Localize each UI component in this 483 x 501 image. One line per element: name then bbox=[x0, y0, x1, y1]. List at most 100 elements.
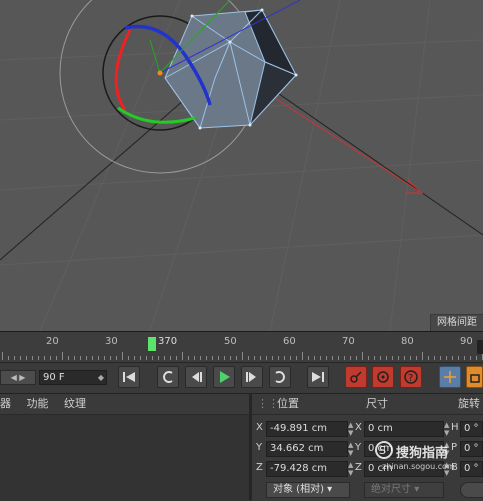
position-y-field[interactable]: 34.662 cm bbox=[266, 441, 348, 457]
next-frame-button[interactable] bbox=[241, 366, 263, 388]
axis-label: Z bbox=[256, 462, 263, 473]
timeline-tick bbox=[194, 356, 195, 360]
tick-label: 20 bbox=[46, 336, 59, 347]
playhead-frame-label: 370 bbox=[158, 336, 178, 347]
viewport-scene bbox=[0, 0, 483, 331]
pivot-point[interactable] bbox=[157, 70, 163, 76]
timeline-tick bbox=[62, 352, 63, 360]
timeline-tick bbox=[158, 356, 159, 360]
timeline-scrollbar[interactable] bbox=[477, 340, 483, 354]
timeline-tick bbox=[8, 356, 9, 360]
tick-label: 90 bbox=[460, 336, 473, 347]
next-frame-icon bbox=[246, 372, 256, 382]
rotation-h-field[interactable]: 0 ° bbox=[460, 421, 483, 437]
timeline-tick bbox=[476, 356, 477, 360]
timeline-playhead[interactable] bbox=[148, 337, 156, 351]
x-axis-arrow bbox=[269, 94, 421, 193]
svg-text:S: S bbox=[379, 444, 386, 457]
timeline-tick bbox=[44, 356, 45, 360]
size-mode-dropdown[interactable]: 绝对尺寸 ▾ bbox=[364, 482, 444, 498]
polyhedron-object[interactable] bbox=[164, 8, 298, 130]
timeline-tick bbox=[2, 352, 3, 360]
timeline-tick bbox=[128, 356, 129, 360]
timeline-tick bbox=[86, 356, 87, 360]
keyframe-selection-button[interactable]: ? bbox=[400, 366, 422, 388]
grid-spacing-label: 网格间距 bbox=[430, 314, 483, 331]
timeline-tick bbox=[218, 356, 219, 360]
go-to-start-button[interactable] bbox=[118, 366, 140, 388]
rotate-handle-red[interactable] bbox=[114, 29, 132, 111]
timeline-tick bbox=[356, 356, 357, 360]
timeline-tick bbox=[14, 356, 15, 360]
timeline-tick bbox=[170, 356, 171, 360]
spinner-icon[interactable]: ◆ bbox=[98, 371, 104, 384]
timeline-tick bbox=[428, 356, 429, 360]
timeline-tick bbox=[56, 356, 57, 360]
menu-item-texture[interactable]: 纹理 bbox=[64, 397, 86, 410]
timeline-tick bbox=[116, 356, 117, 360]
menu-item-partial[interactable]: 器 bbox=[0, 397, 11, 410]
timeline-tick bbox=[320, 356, 321, 360]
timeline-tick bbox=[296, 356, 297, 360]
autokeying-button[interactable] bbox=[372, 366, 394, 388]
skip-start-icon bbox=[123, 372, 135, 382]
object-manager-menubar: 器 功能 纹理 bbox=[0, 394, 249, 415]
record-keys-button[interactable] bbox=[345, 366, 367, 388]
play-icon bbox=[220, 371, 230, 383]
3d-viewport[interactable]: 网格间距 bbox=[0, 0, 483, 331]
previous-key-button[interactable] bbox=[157, 366, 179, 388]
tick-label: 70 bbox=[342, 336, 355, 347]
timeline-tick bbox=[224, 356, 225, 360]
timeline-tick bbox=[122, 352, 123, 360]
timeline-tick bbox=[374, 356, 375, 360]
key-icon bbox=[350, 371, 362, 383]
timeline-ruler[interactable]: 20 30 50 60 70 80 90 370 bbox=[0, 331, 483, 362]
timeline-tick bbox=[464, 356, 465, 360]
timeline-tick bbox=[206, 356, 207, 360]
prev-key-icon bbox=[163, 371, 173, 383]
watermark-text: 搜狗指南 bbox=[396, 446, 449, 461]
size-x-field[interactable]: 0 cm bbox=[364, 421, 444, 437]
previous-frame-button[interactable] bbox=[185, 366, 207, 388]
timeline-tick bbox=[98, 356, 99, 360]
go-to-end-button[interactable] bbox=[307, 366, 329, 388]
tick-label: 80 bbox=[401, 336, 414, 347]
menu-item-function[interactable]: 功能 bbox=[27, 397, 49, 410]
next-key-button[interactable] bbox=[269, 366, 291, 388]
timeline-tick bbox=[110, 356, 111, 360]
end-frame-value: 90 F bbox=[43, 372, 65, 383]
frame-nav-arrows[interactable]: ◀ ▶ bbox=[0, 370, 36, 385]
timeline-tick bbox=[332, 356, 333, 360]
timeline-tick bbox=[338, 356, 339, 360]
timeline-tick bbox=[68, 356, 69, 360]
apply-button[interactable] bbox=[460, 482, 483, 498]
timeline-tick bbox=[350, 356, 351, 360]
end-frame-field[interactable]: 90 F ◆ bbox=[39, 370, 107, 385]
timeline-tick bbox=[26, 356, 27, 360]
timeline-tick bbox=[80, 356, 81, 360]
timeline-tick bbox=[212, 356, 213, 360]
timeline-tick bbox=[176, 356, 177, 360]
timeline-tick bbox=[272, 356, 273, 360]
coordinate-mode-dropdown[interactable]: 对象 (相对) ▾ bbox=[266, 482, 350, 498]
position-z-field[interactable]: -79.428 cm bbox=[266, 461, 348, 477]
position-track-button[interactable] bbox=[439, 366, 461, 388]
timeline-tick bbox=[440, 356, 441, 360]
axis-label: Y bbox=[256, 442, 263, 453]
scale-track-button[interactable] bbox=[466, 366, 483, 388]
timeline-tick bbox=[410, 356, 411, 360]
prev-frame-icon bbox=[192, 372, 202, 382]
timeline-tick bbox=[140, 356, 141, 360]
rotation-header: 旋转 bbox=[458, 397, 480, 410]
grip-icon[interactable]: ⋮⋮ bbox=[257, 394, 279, 414]
watermark-url: zhinan.sogou.com bbox=[382, 462, 455, 471]
timeline-tick bbox=[314, 356, 315, 360]
timeline-tick bbox=[104, 356, 105, 360]
timeline-tick bbox=[254, 356, 255, 360]
position-x-field[interactable]: -49.891 cm bbox=[266, 421, 348, 437]
coordinate-mode-value: 对象 (相对) bbox=[273, 484, 324, 495]
autokey-icon bbox=[377, 371, 389, 383]
timeline-tick bbox=[470, 356, 471, 360]
timeline-tick bbox=[380, 356, 381, 360]
play-button[interactable] bbox=[213, 366, 235, 388]
